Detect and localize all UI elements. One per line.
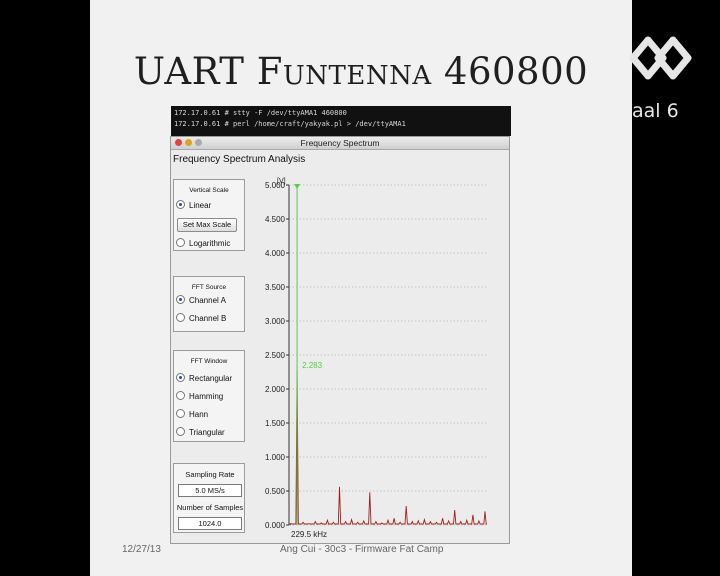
presentation-slide: UART Funtenna 460800 baud 172.17.0.61 # …: [90, 0, 632, 576]
y-tick-label: 0.500: [265, 487, 286, 496]
radio-selected-icon: [176, 295, 185, 304]
spectrum-chart: [V]0.0000.5001.0001.5002.0002.5003.0003.…: [265, 178, 487, 539]
y-tick-label: 4.000: [265, 249, 286, 258]
channel-logo-text: aal 6: [632, 100, 679, 122]
y-tick-label: 0.000: [265, 521, 286, 530]
y-tick-label: 3.500: [265, 283, 286, 292]
radio-triangular[interactable]: Triangular: [176, 427, 225, 437]
sampling-group: Sampling Rate 5.0 MS/s Number of Samples…: [173, 463, 245, 533]
radio-linear[interactable]: Linear: [176, 200, 211, 210]
radio-rectangular[interactable]: Rectangular: [176, 373, 232, 383]
footer-text: Ang Cui - 30c3 - Firmware Fat Camp: [280, 544, 444, 555]
set-max-scale-button[interactable]: Set Max Scale: [177, 218, 237, 232]
radio-empty-icon: [176, 238, 185, 247]
sampling-rate-field[interactable]: 5.0 MS/s: [178, 484, 242, 497]
radio-label: Hamming: [189, 392, 224, 401]
radio-selected-icon: [176, 200, 185, 209]
radio-label: Channel B: [189, 314, 227, 323]
window-titlebar: Frequency Spectrum: [171, 137, 509, 150]
fft-window-group: FFT Window Rectangular Hamming Hann Tria…: [173, 350, 245, 442]
footer-date: 12/27/13: [122, 544, 161, 555]
radio-logarithmic[interactable]: Logarithmic: [176, 238, 230, 248]
window-title: Frequency Spectrum: [300, 138, 380, 148]
radio-label: Logarithmic: [189, 239, 231, 248]
vertical-scale-group: Vertical Scale Linear Set Max Scale Loga…: [173, 179, 245, 251]
radio-empty-icon: [176, 409, 185, 418]
number-of-samples-label: Number of Samples: [176, 503, 244, 512]
number-of-samples-field[interactable]: 1024.0: [178, 517, 242, 530]
cursor-marker-icon: [294, 184, 301, 189]
terminal-output: 172.17.0.61 # stty -F /dev/ttyAMA1 46080…: [171, 106, 511, 136]
terminal-line: 172.17.0.61 # perl /home/craft/yakyak.pl…: [174, 120, 406, 128]
radio-label: Linear: [189, 201, 212, 210]
cursor-value-label: 2.283: [302, 361, 323, 370]
terminal-line: 172.17.0.61 # stty -F /dev/ttyAMA1 46080…: [174, 109, 347, 117]
group-title: FFT Source: [191, 284, 227, 291]
y-tick-label: 5.000: [265, 181, 286, 190]
y-tick-label: 1.000: [265, 453, 286, 462]
panel-heading: Frequency Spectrum Analysis: [173, 154, 306, 165]
x-frequency-label: 229.5 kHz: [291, 530, 327, 539]
radio-label: Triangular: [189, 428, 225, 437]
radio-label: Rectangular: [189, 374, 233, 383]
radio-channel-a[interactable]: Channel A: [176, 295, 226, 305]
radio-channel-b[interactable]: Channel B: [176, 313, 226, 323]
sampling-rate-label: Sampling Rate: [185, 470, 235, 479]
spectrum-series-line: [288, 369, 487, 526]
channel-logo-icon: [629, 36, 692, 80]
y-tick-label: 4.500: [265, 215, 286, 224]
radio-label: Channel A: [189, 296, 226, 305]
radio-empty-icon: [176, 391, 185, 400]
y-tick-label: 1.500: [265, 419, 286, 428]
fft-source-group: FFT Source Channel A Channel B: [173, 276, 245, 332]
radio-empty-icon: [176, 427, 185, 436]
y-tick-label: 2.000: [265, 385, 286, 394]
radio-selected-icon: [176, 373, 185, 382]
radio-hann[interactable]: Hann: [176, 409, 208, 419]
y-tick-label: 2.500: [265, 351, 286, 360]
radio-empty-icon: [176, 313, 185, 322]
radio-hamming[interactable]: Hamming: [176, 391, 223, 401]
group-title: Vertical Scale: [189, 187, 229, 194]
group-title: FFT Window: [190, 358, 228, 365]
frequency-spectrum-window: Frequency Spectrum Frequency Spectrum An…: [170, 136, 510, 544]
y-tick-label: 3.000: [265, 317, 286, 326]
radio-label: Hann: [189, 410, 209, 419]
